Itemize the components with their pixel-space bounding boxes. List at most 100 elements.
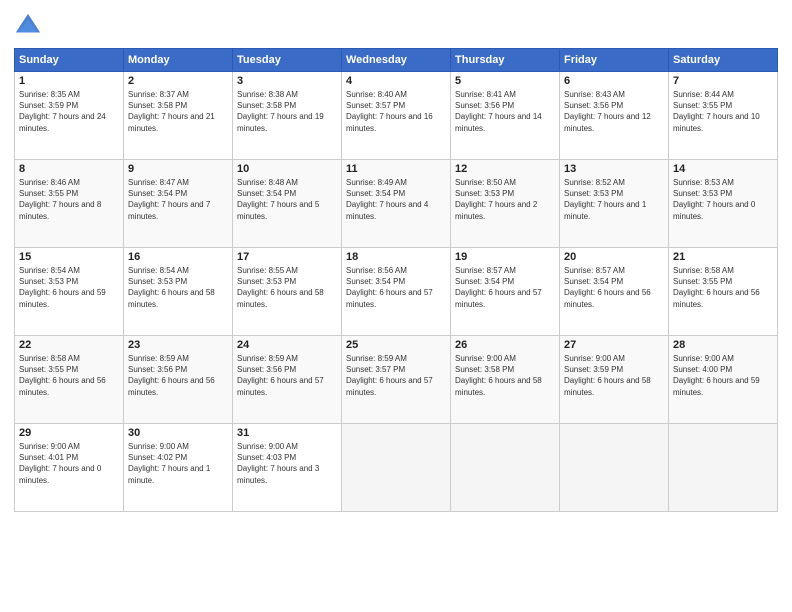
day-info: Sunrise: 9:00 AM Sunset: 3:59 PM Dayligh…	[564, 353, 664, 398]
day-number: 19	[455, 251, 555, 263]
day-number: 21	[673, 251, 773, 263]
day-info: Sunrise: 8:38 AM Sunset: 3:58 PM Dayligh…	[237, 89, 337, 134]
calendar-cell: 29 Sunrise: 9:00 AM Sunset: 4:01 PM Dayl…	[15, 424, 124, 512]
calendar-week-4: 22 Sunrise: 8:58 AM Sunset: 3:55 PM Dayl…	[15, 336, 778, 424]
col-header-thursday: Thursday	[451, 49, 560, 72]
day-number: 12	[455, 163, 555, 175]
calendar-cell: 20 Sunrise: 8:57 AM Sunset: 3:54 PM Dayl…	[560, 248, 669, 336]
calendar-cell	[560, 424, 669, 512]
day-number: 4	[346, 75, 446, 87]
day-info: Sunrise: 8:53 AM Sunset: 3:53 PM Dayligh…	[673, 177, 773, 222]
day-info: Sunrise: 8:54 AM Sunset: 3:53 PM Dayligh…	[19, 265, 119, 310]
calendar-table: SundayMondayTuesdayWednesdayThursdayFrid…	[14, 48, 778, 512]
day-info: Sunrise: 8:54 AM Sunset: 3:53 PM Dayligh…	[128, 265, 228, 310]
day-number: 3	[237, 75, 337, 87]
header	[14, 12, 778, 40]
calendar-cell: 24 Sunrise: 8:59 AM Sunset: 3:56 PM Dayl…	[233, 336, 342, 424]
day-number: 9	[128, 163, 228, 175]
calendar-cell	[669, 424, 778, 512]
calendar-cell: 23 Sunrise: 8:59 AM Sunset: 3:56 PM Dayl…	[124, 336, 233, 424]
day-number: 6	[564, 75, 664, 87]
day-number: 18	[346, 251, 446, 263]
day-info: Sunrise: 9:00 AM Sunset: 4:01 PM Dayligh…	[19, 441, 119, 486]
day-number: 5	[455, 75, 555, 87]
day-info: Sunrise: 8:48 AM Sunset: 3:54 PM Dayligh…	[237, 177, 337, 222]
col-header-friday: Friday	[560, 49, 669, 72]
calendar-cell: 30 Sunrise: 9:00 AM Sunset: 4:02 PM Dayl…	[124, 424, 233, 512]
day-number: 1	[19, 75, 119, 87]
day-info: Sunrise: 8:40 AM Sunset: 3:57 PM Dayligh…	[346, 89, 446, 134]
calendar-cell: 22 Sunrise: 8:58 AM Sunset: 3:55 PM Dayl…	[15, 336, 124, 424]
calendar-cell: 9 Sunrise: 8:47 AM Sunset: 3:54 PM Dayli…	[124, 160, 233, 248]
calendar-week-3: 15 Sunrise: 8:54 AM Sunset: 3:53 PM Dayl…	[15, 248, 778, 336]
day-number: 30	[128, 427, 228, 439]
col-header-tuesday: Tuesday	[233, 49, 342, 72]
day-info: Sunrise: 8:52 AM Sunset: 3:53 PM Dayligh…	[564, 177, 664, 222]
day-info: Sunrise: 8:59 AM Sunset: 3:56 PM Dayligh…	[237, 353, 337, 398]
calendar-cell: 14 Sunrise: 8:53 AM Sunset: 3:53 PM Dayl…	[669, 160, 778, 248]
calendar-cell: 10 Sunrise: 8:48 AM Sunset: 3:54 PM Dayl…	[233, 160, 342, 248]
page: SundayMondayTuesdayWednesdayThursdayFrid…	[0, 0, 792, 612]
day-info: Sunrise: 8:43 AM Sunset: 3:56 PM Dayligh…	[564, 89, 664, 134]
calendar-cell: 18 Sunrise: 8:56 AM Sunset: 3:54 PM Dayl…	[342, 248, 451, 336]
day-number: 8	[19, 163, 119, 175]
calendar-cell: 2 Sunrise: 8:37 AM Sunset: 3:58 PM Dayli…	[124, 72, 233, 160]
day-number: 2	[128, 75, 228, 87]
day-info: Sunrise: 8:58 AM Sunset: 3:55 PM Dayligh…	[673, 265, 773, 310]
day-info: Sunrise: 8:41 AM Sunset: 3:56 PM Dayligh…	[455, 89, 555, 134]
day-info: Sunrise: 8:47 AM Sunset: 3:54 PM Dayligh…	[128, 177, 228, 222]
day-number: 20	[564, 251, 664, 263]
col-header-wednesday: Wednesday	[342, 49, 451, 72]
day-number: 10	[237, 163, 337, 175]
calendar-cell: 5 Sunrise: 8:41 AM Sunset: 3:56 PM Dayli…	[451, 72, 560, 160]
day-info: Sunrise: 8:50 AM Sunset: 3:53 PM Dayligh…	[455, 177, 555, 222]
col-header-saturday: Saturday	[669, 49, 778, 72]
calendar-cell: 28 Sunrise: 9:00 AM Sunset: 4:00 PM Dayl…	[669, 336, 778, 424]
calendar-cell: 13 Sunrise: 8:52 AM Sunset: 3:53 PM Dayl…	[560, 160, 669, 248]
day-number: 31	[237, 427, 337, 439]
day-info: Sunrise: 9:00 AM Sunset: 4:00 PM Dayligh…	[673, 353, 773, 398]
calendar-cell: 3 Sunrise: 8:38 AM Sunset: 3:58 PM Dayli…	[233, 72, 342, 160]
day-number: 27	[564, 339, 664, 351]
day-info: Sunrise: 8:35 AM Sunset: 3:59 PM Dayligh…	[19, 89, 119, 134]
calendar-cell	[342, 424, 451, 512]
day-number: 25	[346, 339, 446, 351]
logo-icon	[14, 12, 42, 40]
calendar-cell: 17 Sunrise: 8:55 AM Sunset: 3:53 PM Dayl…	[233, 248, 342, 336]
calendar-cell: 21 Sunrise: 8:58 AM Sunset: 3:55 PM Dayl…	[669, 248, 778, 336]
day-number: 11	[346, 163, 446, 175]
day-info: Sunrise: 9:00 AM Sunset: 3:58 PM Dayligh…	[455, 353, 555, 398]
day-info: Sunrise: 8:59 AM Sunset: 3:56 PM Dayligh…	[128, 353, 228, 398]
day-number: 28	[673, 339, 773, 351]
calendar-cell: 8 Sunrise: 8:46 AM Sunset: 3:55 PM Dayli…	[15, 160, 124, 248]
day-number: 15	[19, 251, 119, 263]
calendar-cell: 27 Sunrise: 9:00 AM Sunset: 3:59 PM Dayl…	[560, 336, 669, 424]
day-info: Sunrise: 8:56 AM Sunset: 3:54 PM Dayligh…	[346, 265, 446, 310]
calendar-cell	[451, 424, 560, 512]
day-number: 14	[673, 163, 773, 175]
day-info: Sunrise: 8:46 AM Sunset: 3:55 PM Dayligh…	[19, 177, 119, 222]
day-info: Sunrise: 8:57 AM Sunset: 3:54 PM Dayligh…	[564, 265, 664, 310]
logo	[14, 12, 46, 40]
day-info: Sunrise: 9:00 AM Sunset: 4:03 PM Dayligh…	[237, 441, 337, 486]
col-header-monday: Monday	[124, 49, 233, 72]
calendar-cell: 6 Sunrise: 8:43 AM Sunset: 3:56 PM Dayli…	[560, 72, 669, 160]
day-info: Sunrise: 8:44 AM Sunset: 3:55 PM Dayligh…	[673, 89, 773, 134]
calendar-cell: 19 Sunrise: 8:57 AM Sunset: 3:54 PM Dayl…	[451, 248, 560, 336]
calendar-cell: 31 Sunrise: 9:00 AM Sunset: 4:03 PM Dayl…	[233, 424, 342, 512]
calendar-cell: 7 Sunrise: 8:44 AM Sunset: 3:55 PM Dayli…	[669, 72, 778, 160]
calendar-cell: 11 Sunrise: 8:49 AM Sunset: 3:54 PM Dayl…	[342, 160, 451, 248]
calendar-cell: 16 Sunrise: 8:54 AM Sunset: 3:53 PM Dayl…	[124, 248, 233, 336]
day-info: Sunrise: 9:00 AM Sunset: 4:02 PM Dayligh…	[128, 441, 228, 486]
calendar-week-1: 1 Sunrise: 8:35 AM Sunset: 3:59 PM Dayli…	[15, 72, 778, 160]
day-info: Sunrise: 8:37 AM Sunset: 3:58 PM Dayligh…	[128, 89, 228, 134]
calendar-cell: 1 Sunrise: 8:35 AM Sunset: 3:59 PM Dayli…	[15, 72, 124, 160]
day-info: Sunrise: 8:57 AM Sunset: 3:54 PM Dayligh…	[455, 265, 555, 310]
calendar-cell: 25 Sunrise: 8:59 AM Sunset: 3:57 PM Dayl…	[342, 336, 451, 424]
day-number: 24	[237, 339, 337, 351]
day-number: 17	[237, 251, 337, 263]
calendar-header-row: SundayMondayTuesdayWednesdayThursdayFrid…	[15, 49, 778, 72]
day-number: 22	[19, 339, 119, 351]
day-number: 16	[128, 251, 228, 263]
calendar-cell: 12 Sunrise: 8:50 AM Sunset: 3:53 PM Dayl…	[451, 160, 560, 248]
